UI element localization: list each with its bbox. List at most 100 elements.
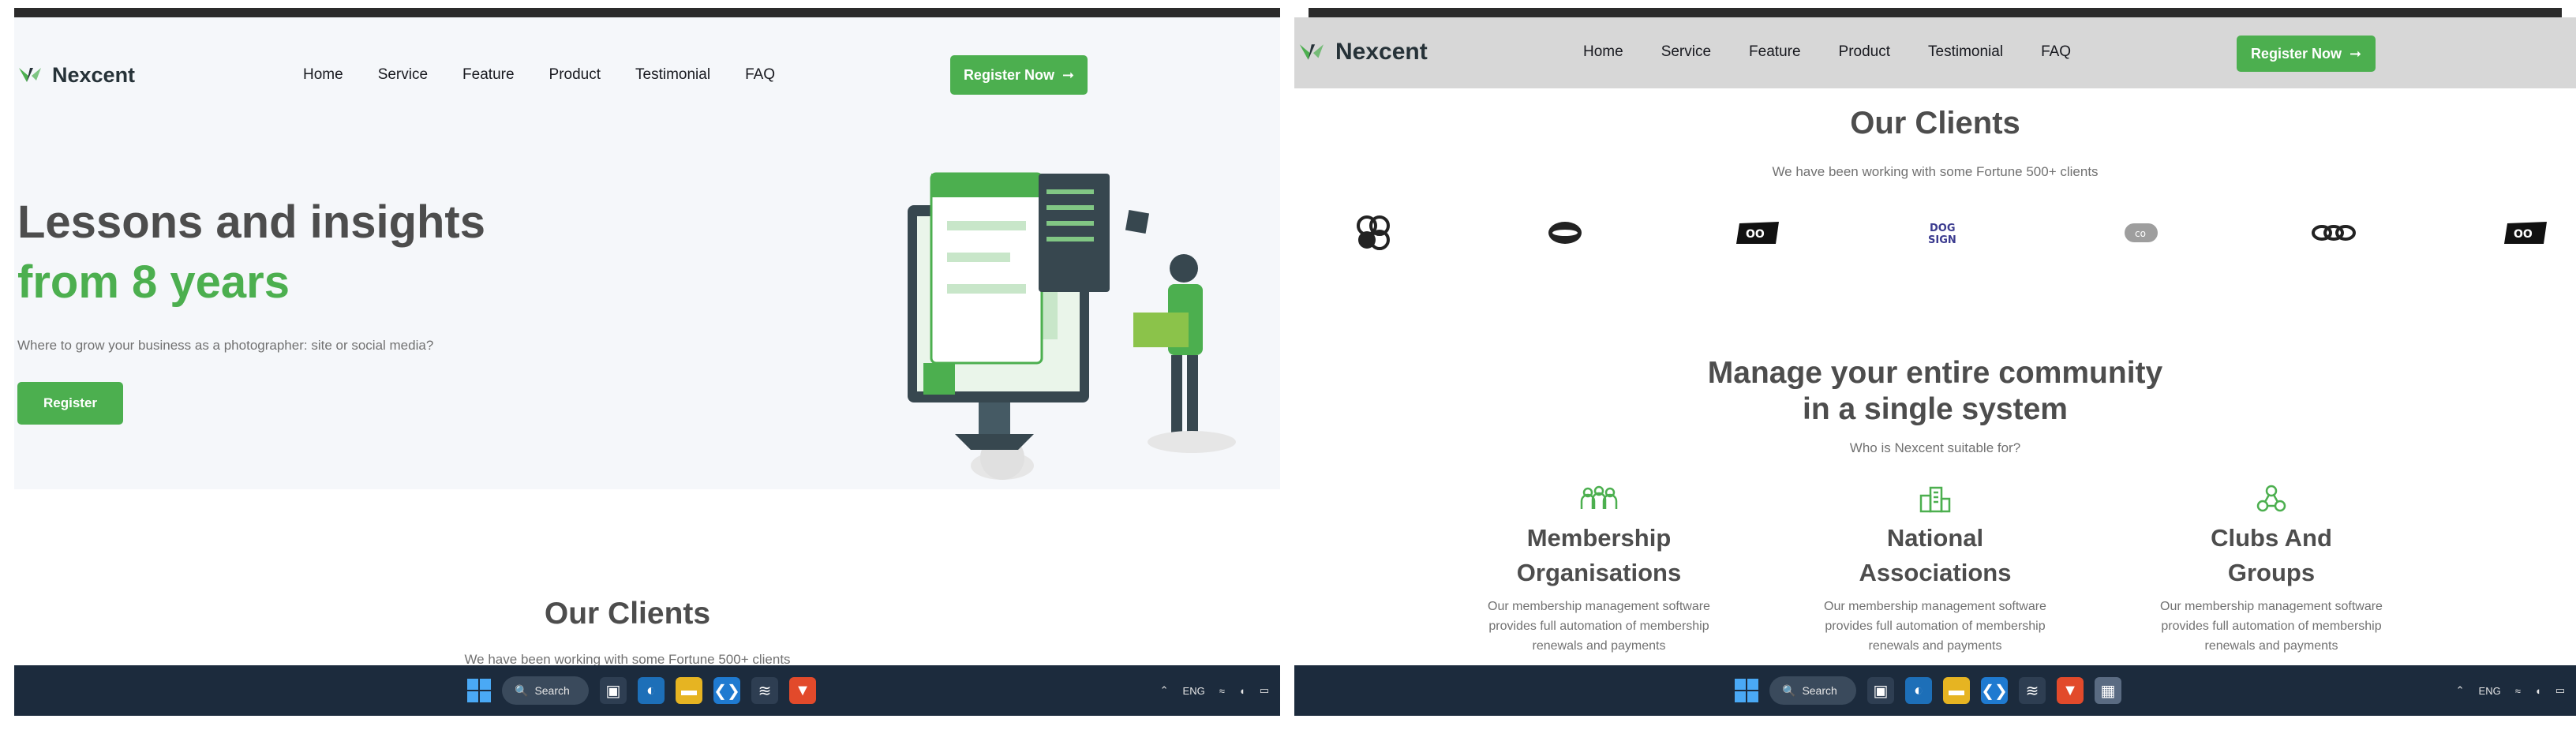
nexcent-logo-icon — [1299, 44, 1324, 60]
system-tray: ⌃ ENG ≈ ◖ ▭ — [1160, 665, 1269, 716]
hero-register-button[interactable]: Register — [17, 382, 123, 425]
nav-product[interactable]: Product — [1839, 43, 1890, 61]
edge-icon[interactable]: ◐ — [1905, 677, 1932, 704]
brave-icon[interactable]: ▼ — [2057, 677, 2084, 704]
clients-title: Our Clients — [1850, 106, 2020, 140]
card-text: Our membership management software provi… — [2136, 597, 2406, 656]
card-membership: Membership Organisations Our membership … — [1464, 483, 1734, 656]
nav-testimonial[interactable]: Testimonial — [635, 66, 710, 84]
nav-faq[interactable]: FAQ — [2041, 43, 2071, 61]
manage-subtitle: Who is Nexcent suitable for? — [1849, 440, 2021, 455]
vscode-icon[interactable]: ❮❯ — [1981, 677, 2008, 704]
arrow-right-icon: ➞ — [1061, 66, 1075, 83]
nav-service[interactable]: Service — [1661, 43, 1711, 61]
svg-text:SIGN: SIGN — [1928, 234, 1956, 246]
battery-icon[interactable]: ▭ — [2555, 684, 2565, 697]
card-title-line2: Associations — [1859, 559, 2012, 586]
hero-illustration-icon — [908, 172, 1236, 480]
register-now-label: Register Now — [2250, 45, 2342, 62]
top-browser-strip — [0, 0, 1294, 17]
client-logo-3-icon: OO — [1734, 214, 1781, 252]
edge-icon[interactable]: ◐ — [638, 677, 665, 704]
navbar: Nexcent Home Service Feature Product Tes… — [17, 47, 1272, 103]
card-text-line3: renewals and payments — [1532, 639, 1666, 653]
brave-icon[interactable]: ▼ — [789, 677, 816, 704]
card-national: National Associations Our membership man… — [1800, 483, 2070, 656]
card-text-line2: provides full automation of membership — [1488, 620, 1709, 633]
register-now-button[interactable]: Register Now ➞ — [950, 55, 1088, 95]
card-text-line1: Our membership management software — [1824, 600, 2046, 613]
volume-icon[interactable]: ◖ — [1239, 685, 1245, 697]
client-logo-5-icon: co — [2117, 214, 2165, 252]
client-logo-6-icon — [2310, 214, 2357, 252]
nav-product[interactable]: Product — [549, 66, 601, 84]
language-indicator[interactable]: ENG — [2479, 685, 2501, 697]
card-title-line1: National — [1886, 524, 1984, 552]
card-text-line2: provides full automation of membership — [1825, 620, 2046, 633]
card-clubs: Clubs And Groups Our membership manageme… — [2136, 483, 2406, 656]
chevron-up-icon[interactable]: ⌃ — [1160, 684, 1169, 697]
paint-icon[interactable]: ▦ — [2095, 677, 2121, 704]
buildings-icon — [1800, 483, 2070, 515]
app-icon[interactable]: ≋ — [2019, 677, 2046, 704]
windows-start-icon[interactable] — [1735, 679, 1758, 702]
hero-title-line2: from 8 years — [17, 256, 290, 308]
network-icon — [2136, 483, 2406, 515]
app-icon[interactable]: ≋ — [751, 677, 778, 704]
svg-text:co: co — [2135, 228, 2146, 239]
svg-text:OO: OO — [1746, 228, 1765, 241]
search-icon: 🔍 — [1782, 683, 1796, 697]
search-icon: 🔍 — [515, 683, 529, 697]
wifi-icon[interactable]: ≈ — [1219, 685, 1225, 697]
task-view-icon[interactable]: ▣ — [1867, 677, 1894, 704]
file-explorer-icon[interactable]: ▬ — [676, 677, 702, 704]
card-text: Our membership management software provi… — [1464, 597, 1734, 656]
chevron-up-icon[interactable]: ⌃ — [2456, 684, 2465, 697]
nav-home[interactable]: Home — [1583, 43, 1623, 61]
taskbar-search[interactable]: 🔍 Search — [502, 676, 589, 705]
windows-start-icon[interactable] — [467, 679, 491, 702]
card-title-line1: Clubs And — [2211, 524, 2332, 552]
card-text-line2: provides full automation of membership — [2161, 620, 2382, 633]
brand[interactable]: Nexcent — [1297, 39, 1428, 66]
battery-icon[interactable]: ▭ — [1260, 684, 1269, 697]
community-cards: Membership Organisations Our membership … — [1294, 483, 2576, 656]
nav-feature[interactable]: Feature — [1749, 43, 1800, 61]
card-title-line1: Membership — [1526, 524, 1672, 552]
nav-service[interactable]: Service — [378, 66, 428, 84]
taskbar-search[interactable]: 🔍 Search — [1769, 676, 1856, 705]
card-title-line2: Groups — [2227, 559, 2316, 586]
nav-home[interactable]: Home — [303, 66, 343, 84]
nav-testimonial[interactable]: Testimonial — [1928, 43, 2003, 61]
nav-faq[interactable]: FAQ — [745, 66, 775, 84]
wifi-icon[interactable]: ≈ — [2515, 685, 2521, 697]
svg-text:DOG: DOG — [1930, 223, 1956, 234]
card-text-line3: renewals and payments — [2204, 639, 2338, 653]
manage-title-line2: in a single system — [1803, 392, 2068, 426]
hero-subtitle: Where to grow your business as a photogr… — [17, 338, 434, 353]
hero-register-label: Register — [43, 395, 98, 410]
language-indicator[interactable]: ENG — [1183, 685, 1205, 697]
register-now-button[interactable]: Register Now ➞ — [2237, 36, 2376, 72]
card-text-line1: Our membership management software — [1488, 600, 1710, 613]
taskbar-search-label: Search — [1802, 684, 1837, 697]
card-title: Clubs And Groups — [2136, 521, 2406, 590]
taskbar: 🔍 Search ▣ ◐ ▬ ❮❯ ≋ ▼ ▦ ⌃ ENG ≈ ◖ ▭ — [1294, 665, 2576, 716]
vscode-icon[interactable]: ❮❯ — [713, 677, 740, 704]
taskbar: 🔍 Search ▣ ◐ ▬ ❮❯ ≋ ▼ ⌃ ENG ≈ ◖ ▭ — [14, 665, 1280, 716]
client-logo-4-icon: DOG SIGN — [1926, 214, 1973, 252]
taskbar-search-label: Search — [534, 684, 570, 697]
manage-title: Manage your entire community in a single… — [1294, 355, 2576, 428]
client-logos: OO DOG SIGN co OO — [1342, 209, 2557, 256]
card-title: National Associations — [1800, 521, 2070, 590]
brand-name: Nexcent — [1335, 39, 1428, 65]
nav-feature[interactable]: Feature — [462, 66, 514, 84]
brand-name: Nexcent — [52, 62, 136, 87]
navbar: Nexcent Home Service Feature Product Tes… — [1297, 28, 2568, 76]
brand[interactable]: Nexcent — [17, 63, 135, 88]
left-screenshot: Nexcent Home Service Feature Product Tes… — [0, 0, 1294, 730]
client-logo-7-icon: OO — [2502, 214, 2549, 252]
task-view-icon[interactable]: ▣ — [600, 677, 627, 704]
volume-icon[interactable]: ◖ — [2535, 685, 2541, 697]
file-explorer-icon[interactable]: ▬ — [1943, 677, 1970, 704]
